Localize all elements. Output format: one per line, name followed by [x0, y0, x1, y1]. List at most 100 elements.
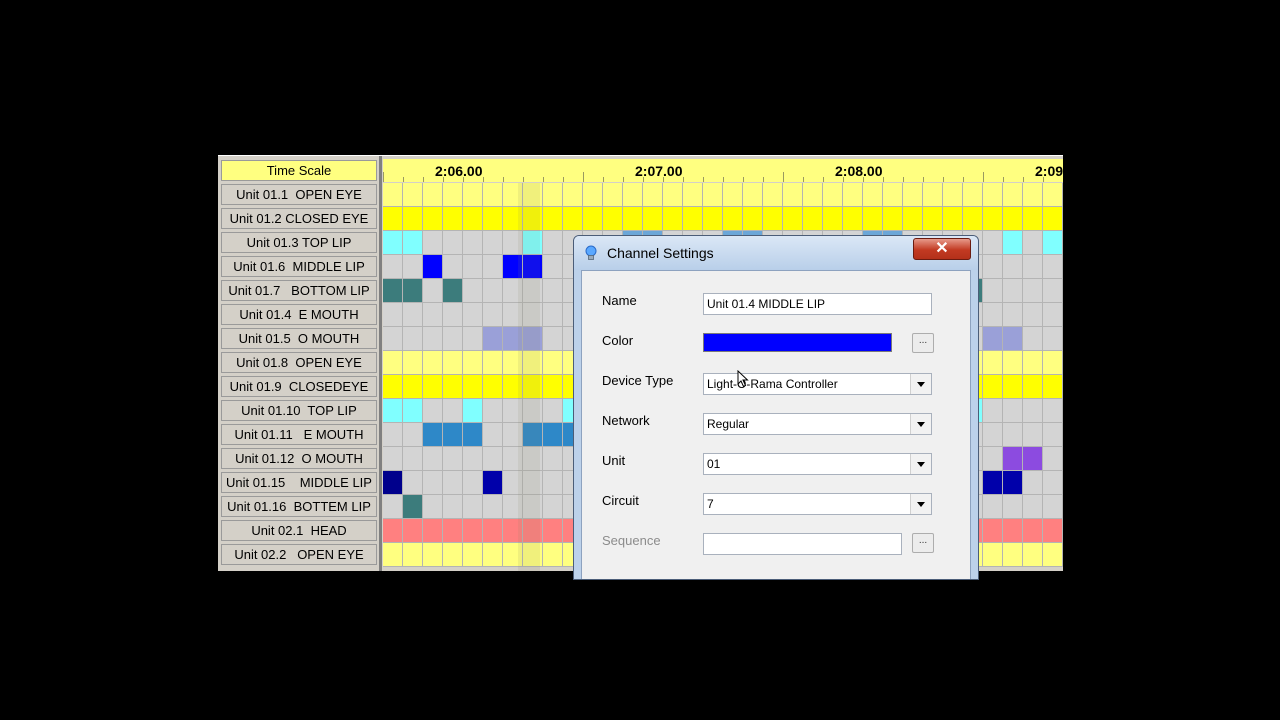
channel-label[interactable]: Unit 01.11 E MOUTH	[221, 424, 377, 445]
grid-cell[interactable]	[823, 207, 843, 231]
grid-cell[interactable]	[943, 207, 963, 231]
grid-cell[interactable]	[423, 471, 443, 495]
grid-cell[interactable]	[1043, 375, 1063, 399]
grid-cell[interactable]	[523, 543, 543, 567]
grid-cell[interactable]	[523, 279, 543, 303]
grid-cell[interactable]	[543, 303, 563, 327]
grid-cell[interactable]	[863, 207, 883, 231]
grid-cell[interactable]	[443, 255, 463, 279]
grid-cell[interactable]	[983, 207, 1003, 231]
grid-cell[interactable]	[563, 183, 583, 207]
grid-cell[interactable]	[903, 183, 923, 207]
grid-cell[interactable]	[903, 207, 923, 231]
grid-cell[interactable]	[1023, 231, 1043, 255]
grid-cell[interactable]	[643, 183, 663, 207]
grid-cell[interactable]	[1023, 183, 1043, 207]
grid-cell[interactable]	[623, 207, 643, 231]
grid-cell[interactable]	[463, 423, 483, 447]
grid-cell[interactable]	[423, 231, 443, 255]
grid-cell[interactable]	[1043, 519, 1063, 543]
grid-cell[interactable]	[383, 231, 403, 255]
channel-label[interactable]: Unit 01.16 BOTTEM LIP	[221, 496, 377, 517]
grid-cell[interactable]	[383, 255, 403, 279]
grid-cell[interactable]	[1003, 207, 1023, 231]
grid-cell[interactable]	[503, 231, 523, 255]
grid-cell[interactable]	[983, 231, 1003, 255]
grid-cell[interactable]	[683, 183, 703, 207]
grid-cell[interactable]	[463, 519, 483, 543]
grid-cell[interactable]	[463, 279, 483, 303]
grid-cell[interactable]	[803, 183, 823, 207]
grid-cell[interactable]	[983, 447, 1003, 471]
grid-cell[interactable]	[483, 279, 503, 303]
grid-cell[interactable]	[483, 447, 503, 471]
channel-label[interactable]: Unit 01.10 TOP LIP	[221, 400, 377, 421]
grid-cell[interactable]	[383, 303, 403, 327]
grid-cell[interactable]	[523, 471, 543, 495]
grid-cell[interactable]	[1023, 447, 1043, 471]
grid-cell[interactable]	[443, 471, 463, 495]
grid-cell[interactable]	[1043, 255, 1063, 279]
grid-cell[interactable]	[1023, 543, 1043, 567]
grid-cell[interactable]	[983, 543, 1003, 567]
grid-cell[interactable]	[443, 543, 463, 567]
grid-cell[interactable]	[1003, 543, 1023, 567]
grid-cell[interactable]	[1043, 231, 1063, 255]
grid-cell[interactable]	[503, 255, 523, 279]
time-scale-ruler[interactable]: 2:06.00 2:07.00 2:08.00 2:09	[383, 159, 1063, 182]
grid-cell[interactable]	[483, 207, 503, 231]
grid-cell[interactable]	[1023, 519, 1043, 543]
grid-cell[interactable]	[523, 255, 543, 279]
grid-cell[interactable]	[403, 207, 423, 231]
grid-cell[interactable]	[483, 375, 503, 399]
grid-cell[interactable]	[1043, 303, 1063, 327]
grid-cell[interactable]	[543, 231, 563, 255]
grid-cell[interactable]	[523, 423, 543, 447]
grid-cell[interactable]	[503, 423, 523, 447]
grid-cell[interactable]	[1043, 207, 1063, 231]
grid-cell[interactable]	[543, 279, 563, 303]
grid-cell[interactable]	[583, 183, 603, 207]
grid-cell[interactable]	[503, 543, 523, 567]
grid-cell[interactable]	[1003, 231, 1023, 255]
grid-cell[interactable]	[543, 495, 563, 519]
chevron-down-icon[interactable]	[910, 454, 931, 474]
grid-cell[interactable]	[963, 207, 983, 231]
chevron-down-icon[interactable]	[910, 494, 931, 514]
grid-cell[interactable]	[1023, 399, 1043, 423]
grid-cell[interactable]	[1023, 303, 1043, 327]
grid-cell[interactable]	[443, 423, 463, 447]
grid-cell[interactable]	[443, 399, 463, 423]
grid-cell[interactable]	[403, 375, 423, 399]
grid-cell[interactable]	[683, 207, 703, 231]
grid-cell[interactable]	[603, 183, 623, 207]
grid-cell[interactable]	[423, 327, 443, 351]
grid-cell[interactable]	[1043, 327, 1063, 351]
channel-label[interactable]: Unit 01.6 MIDDLE LIP	[221, 256, 377, 277]
circuit-select[interactable]: 7	[703, 493, 932, 515]
grid-cell[interactable]	[463, 351, 483, 375]
grid-cell[interactable]	[463, 183, 483, 207]
grid-cell[interactable]	[403, 543, 423, 567]
grid-cell[interactable]	[403, 279, 423, 303]
grid-cell[interactable]	[1003, 495, 1023, 519]
grid-cell[interactable]	[1003, 447, 1023, 471]
grid-cell[interactable]	[483, 327, 503, 351]
grid-cell[interactable]	[483, 231, 503, 255]
grid-cell[interactable]	[483, 183, 503, 207]
grid-cell[interactable]	[423, 399, 443, 423]
channel-label[interactable]: Unit 01.9 CLOSEDEYE	[221, 376, 377, 397]
grid-cell[interactable]	[603, 207, 623, 231]
grid-cell[interactable]	[823, 183, 843, 207]
grid-cell[interactable]	[703, 207, 723, 231]
grid-cell[interactable]	[1043, 279, 1063, 303]
grid-cell[interactable]	[463, 447, 483, 471]
grid-cell[interactable]	[1023, 375, 1043, 399]
grid-cell[interactable]	[483, 495, 503, 519]
grid-cell[interactable]	[663, 207, 683, 231]
grid-cell[interactable]	[983, 255, 1003, 279]
grid-cell[interactable]	[1043, 543, 1063, 567]
grid-cell[interactable]	[983, 495, 1003, 519]
grid-cell[interactable]	[403, 519, 423, 543]
grid-cell[interactable]	[763, 183, 783, 207]
